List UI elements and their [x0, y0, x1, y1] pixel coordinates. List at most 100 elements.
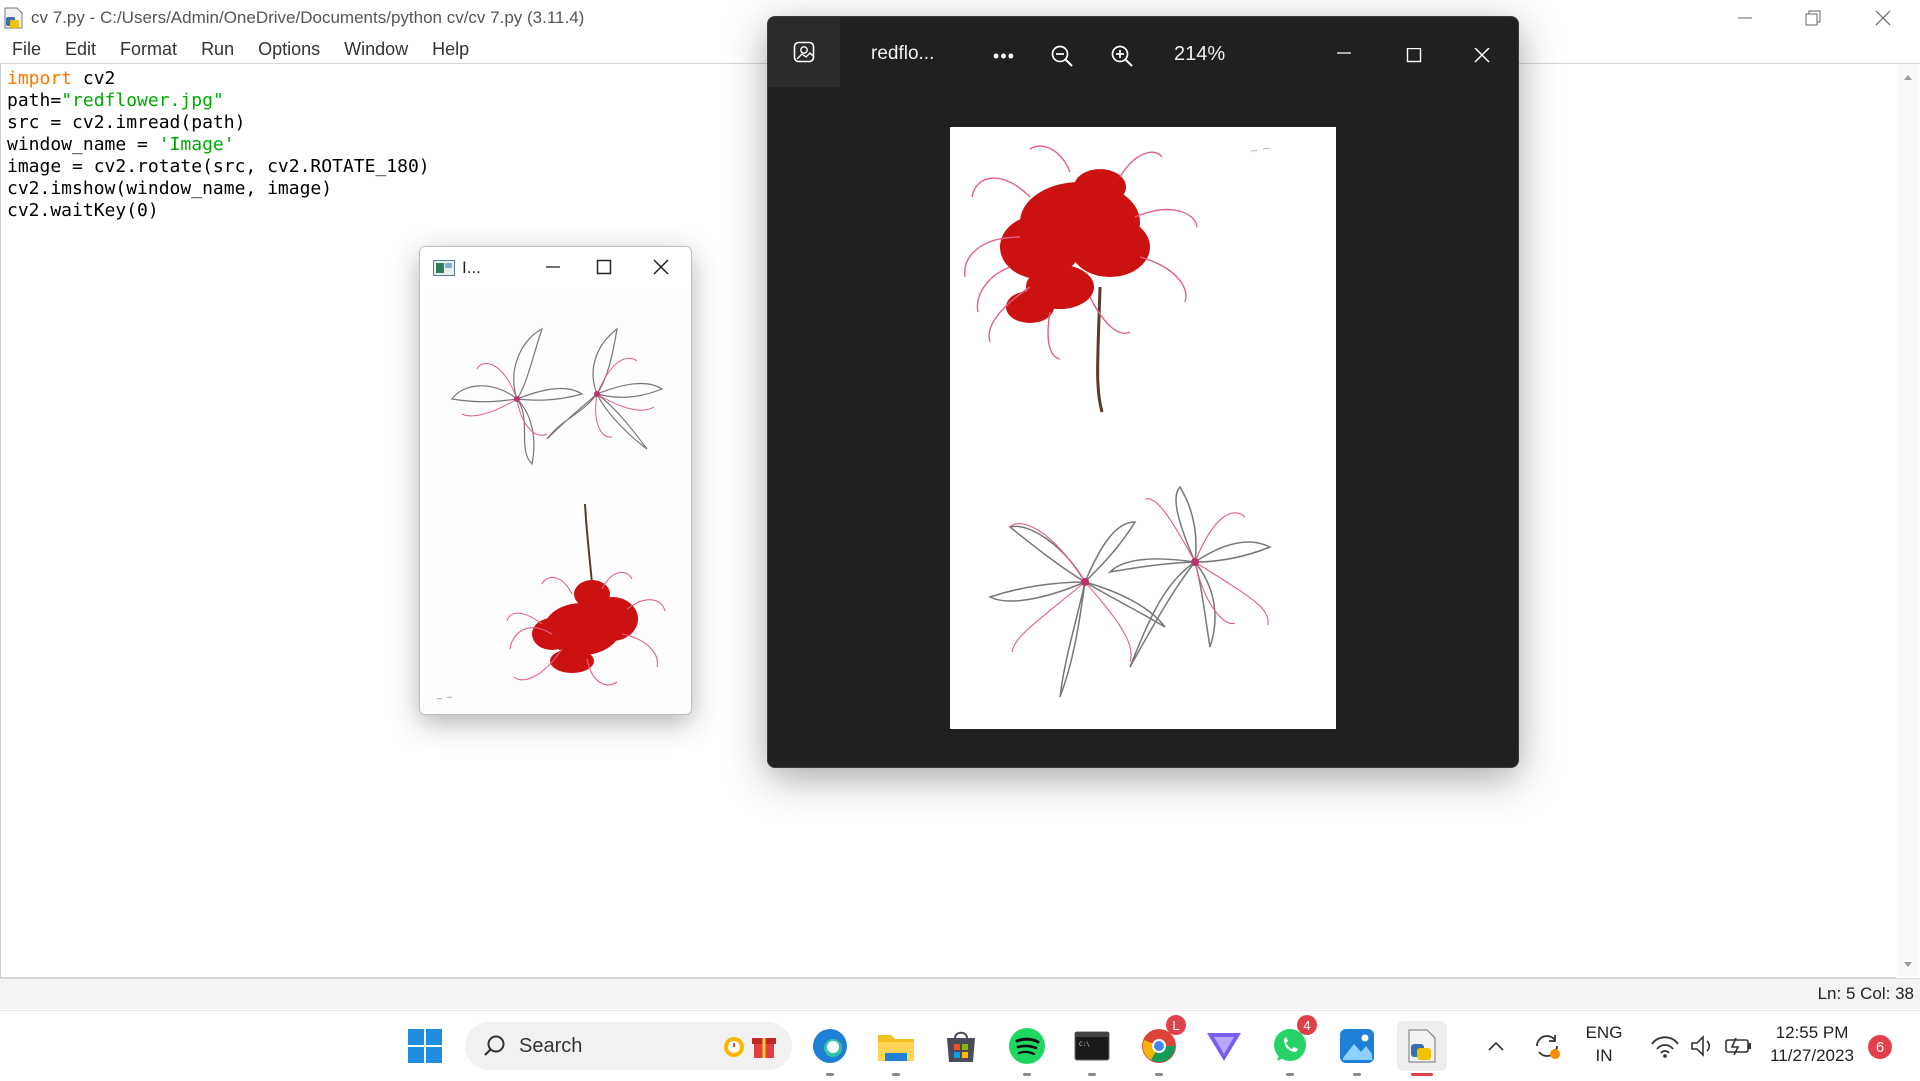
whatsapp-unread-badge: 4 [1297, 1015, 1317, 1035]
white-lilies [988, 485, 1272, 698]
svg-text:~ ~: ~ ~ [1248, 141, 1272, 158]
terminal-icon: C:\ [1074, 1031, 1110, 1061]
code-line-6: cv2.imshow(window_name, image) [7, 178, 333, 199]
code-string: "redflower.jpg" [61, 90, 224, 111]
rotated-stem [584, 503, 593, 585]
restore-button[interactable] [1778, 0, 1848, 36]
close-button[interactable] [1848, 0, 1918, 36]
idle-app-icon[interactable] [2, 6, 26, 30]
taskbar-photos[interactable] [1332, 1021, 1382, 1076]
code-keyword: import [7, 68, 73, 89]
microsoft-store-icon [947, 1031, 975, 1062]
sync-icon [1536, 1035, 1560, 1059]
taskbar-store[interactable] [936, 1021, 986, 1071]
opencv-image-window[interactable]: I... ~ ~ [419, 246, 692, 715]
photos-minimize-button[interactable] [1324, 39, 1364, 73]
taskbar-chrome[interactable]: L [1134, 1015, 1186, 1076]
menu-format[interactable]: Format [108, 39, 189, 60]
photos-icon [1340, 1029, 1374, 1063]
taskbar-terminal[interactable]: C:\ [1067, 1021, 1117, 1076]
taskbar-whatsapp[interactable]: 4 [1265, 1015, 1317, 1076]
svg-text:~ ~: ~ ~ [435, 693, 454, 705]
taskbar-file-explorer[interactable] [871, 1021, 921, 1076]
code-line-3: src = cv2.imread(path) [7, 112, 246, 133]
taskbar-spotify[interactable] [1002, 1021, 1052, 1076]
photos-maximize-button[interactable] [1394, 39, 1434, 73]
python-idle-icon [1408, 1029, 1436, 1063]
search-icon [484, 1035, 505, 1056]
zoom-in-button[interactable] [1102, 39, 1142, 73]
opencv-window-title: I... [462, 258, 481, 277]
scroll-up-icon [1904, 75, 1912, 80]
edge-icon [813, 1029, 847, 1063]
opencv-minimize-button[interactable] [530, 249, 576, 285]
menu-file[interactable]: File [0, 39, 53, 60]
vpn-triangle-icon [1207, 1033, 1241, 1061]
opencv-titlebar[interactable]: I... [420, 247, 691, 287]
running-indicator [826, 1073, 834, 1076]
cursor-position: Ln: 5 Col: 38 [1817, 984, 1914, 1003]
chevron-up-icon [1488, 1041, 1504, 1051]
quick-settings-button[interactable] [1643, 1021, 1763, 1071]
region-code: IN [1595, 1046, 1613, 1065]
running-indicator [1023, 1073, 1031, 1076]
menu-run[interactable]: Run [189, 39, 246, 60]
code-text[interactable]: import cv2 path="redflower.jpg" src = cv… [7, 68, 430, 222]
clock-time: 12:55 PM [1775, 1023, 1849, 1042]
more-icon: ••• [993, 45, 1015, 66]
taskbar: Search C:\ L 4 ENG IN 12:55 PM 11/27/202… [0, 1010, 1920, 1081]
clock[interactable]: 12:55 PM 11/27/2023 [1762, 1023, 1862, 1066]
start-button[interactable] [400, 1021, 450, 1071]
running-indicator [1286, 1073, 1294, 1076]
search-label: Search [519, 1035, 583, 1057]
scroll-down-icon [1904, 962, 1912, 967]
running-indicator [1353, 1073, 1361, 1076]
taskbar-idle[interactable] [1397, 1021, 1447, 1076]
spotify-icon [1009, 1028, 1045, 1064]
code-line-5: image = cv2.rotate(src, cv2.ROTATE_180) [7, 156, 430, 177]
flower-stem [1096, 286, 1104, 413]
notification-count-badge[interactable]: 6 [1868, 1035, 1892, 1059]
sync-tray-button[interactable] [1524, 1021, 1570, 1071]
opencv-window-icon [433, 260, 455, 276]
opencv-maximize-button[interactable] [581, 249, 627, 285]
minimize-button[interactable] [1710, 0, 1780, 36]
zoom-out-button[interactable] [1042, 39, 1082, 73]
status-bar: Ln: 5 Col: 38 [0, 978, 1920, 1009]
rotated-red-flower-cluster [532, 580, 638, 673]
taskbar-search-box[interactable]: Search [465, 1022, 792, 1070]
red-flower-cluster [1000, 169, 1150, 323]
wifi-icon [1651, 1036, 1679, 1058]
original-flower-image: ~ ~ [950, 127, 1336, 729]
photos-gallery-button[interactable] [768, 17, 840, 87]
menu-edit[interactable]: Edit [53, 39, 108, 60]
menu-window[interactable]: Window [332, 39, 420, 60]
zoom-out-icon [1051, 45, 1073, 67]
code-line-2: path= [7, 90, 62, 111]
opencv-close-button[interactable] [638, 249, 684, 285]
zoom-in-icon [1111, 45, 1133, 67]
menu-options[interactable]: Options [246, 39, 332, 60]
photos-file-title: redflo... [871, 43, 935, 64]
menu-help[interactable]: Help [420, 39, 481, 60]
code-line-1: cv2 [72, 68, 116, 89]
show-hidden-icons-button[interactable] [1474, 1021, 1518, 1071]
active-indicator [1411, 1073, 1433, 1076]
code-line-4: window_name = [7, 134, 159, 155]
zoom-level[interactable]: 214% [1174, 43, 1225, 66]
taskbar-edge[interactable] [805, 1021, 855, 1076]
clock-date: 11/27/2023 [1770, 1046, 1854, 1065]
see-more-button[interactable]: ••• [984, 39, 1024, 73]
vertical-scrollbar[interactable] [1897, 64, 1919, 977]
photos-app-icon [793, 41, 815, 63]
language-code: ENG [1585, 1023, 1623, 1042]
chrome-profile-badge: L [1166, 1015, 1186, 1035]
taskbar-proton-vpn[interactable] [1199, 1021, 1249, 1071]
language-indicator[interactable]: ENG IN [1580, 1023, 1628, 1066]
code-line-7: cv2.waitKey(0) [7, 200, 159, 221]
photos-close-button[interactable] [1462, 39, 1502, 73]
running-indicator [892, 1073, 900, 1076]
volume-icon [1691, 1035, 1711, 1057]
photos-viewer-window[interactable]: redflo... ••• 214% ~ ~ [767, 16, 1519, 768]
search-highlight-icon [724, 1037, 776, 1058]
